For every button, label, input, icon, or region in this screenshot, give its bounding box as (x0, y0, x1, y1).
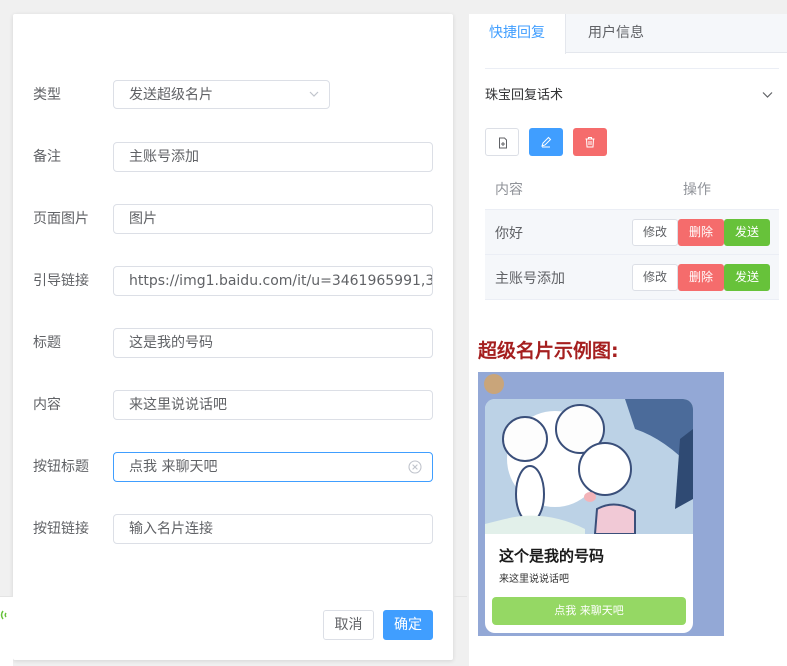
divider-line (453, 596, 467, 597)
button-link-input[interactable]: 输入名片连接 (113, 514, 433, 544)
avatar (484, 374, 504, 394)
card-title: 这个是我的号码 (499, 547, 605, 565)
example-title: 超级名片示例图: (478, 340, 619, 362)
type-select[interactable]: 发送超级名片 (113, 80, 330, 109)
type-select-value: 发送超级名片 (129, 87, 213, 103)
row-content: 你好 (495, 226, 523, 242)
form-row-title: 标题 这是我的号码 (13, 328, 453, 358)
form-row-button-title: 按钮标题 点我 来聊天吧 (13, 452, 453, 482)
type-label: 类型 (33, 87, 61, 103)
button-link-label: 按钮链接 (33, 521, 89, 537)
illustration-image (485, 399, 693, 535)
row-send-button[interactable]: 发送 (724, 264, 770, 291)
button-title-value: 点我 来聊天吧 (129, 459, 218, 475)
trash-icon (585, 137, 595, 148)
quick-reply-panel: 快捷回复 用户信息 珠宝回复话术 内容 操作 你好 修改 删除 发送 主账号添加… (469, 14, 787, 666)
form-row-content: 内容 来这里说说话吧 (13, 390, 453, 420)
guide-link-label: 引导链接 (33, 273, 89, 289)
edit-pen-icon (541, 136, 552, 148)
row-delete-button[interactable]: 删除 (678, 264, 724, 291)
edit-button[interactable] (529, 128, 563, 156)
tab-user-info[interactable]: 用户信息 (566, 14, 666, 53)
collapse-title: 珠宝回复话术 (485, 88, 564, 103)
card-chat-button: 点我 来聊天吧 (492, 597, 686, 625)
chevron-down-icon (762, 92, 773, 98)
remark-label: 备注 (33, 149, 61, 165)
card-image (485, 399, 693, 535)
example-card-background: 这个是我的号码 来这里说说话吧 点我 来聊天吧 (478, 372, 724, 636)
page-image-input[interactable]: 图片 (113, 204, 433, 234)
row-delete-button[interactable]: 删除 (678, 219, 724, 246)
content-input[interactable]: 来这里说说话吧 (113, 390, 433, 420)
chevron-down-icon (309, 91, 319, 97)
panel-tabs: 快捷回复 用户信息 (469, 14, 787, 54)
form-row-button-link: 按钮链接 输入名片连接 (13, 514, 453, 544)
collapse-header[interactable]: 珠宝回复话术 (485, 68, 779, 116)
page-image-label: 页面图片 (33, 211, 89, 227)
confirm-button[interactable]: 确定 (383, 610, 433, 640)
circle-close-icon[interactable] (408, 460, 422, 474)
title-label: 标题 (33, 335, 61, 351)
table-row: 你好 修改 删除 发送 (485, 210, 779, 255)
add-document-button[interactable] (485, 128, 519, 156)
content-label: 内容 (33, 397, 61, 413)
document-add-icon (499, 137, 507, 149)
side-strip (0, 596, 13, 666)
form-row-type: 类型 发送超级名片 (13, 80, 453, 110)
table-row: 主账号添加 修改 删除 发送 (485, 255, 779, 300)
example-card: 这个是我的号码 来这里说说话吧 点我 来聊天吧 (485, 399, 693, 633)
cancel-button[interactable]: 取消 (323, 610, 374, 640)
header-actions: 操作 (683, 182, 711, 198)
form-row-guide-link: 引导链接 https://img1.baidu.com/it/u=3461965… (13, 266, 453, 296)
signal-icon (0, 610, 7, 620)
edit-dialog: 类型 发送超级名片 备注 主账号添加 页面图片 图片 引导链接 https://… (13, 14, 453, 660)
row-content: 主账号添加 (495, 271, 565, 287)
form-row-page-image: 页面图片 图片 (13, 204, 453, 234)
header-content: 内容 (495, 182, 523, 198)
row-modify-button[interactable]: 修改 (632, 219, 678, 246)
button-title-label: 按钮标题 (33, 459, 89, 475)
card-description: 来这里说说话吧 (499, 574, 569, 585)
form-row-remark: 备注 主账号添加 (13, 142, 453, 172)
delete-button[interactable] (573, 128, 607, 156)
remark-input[interactable]: 主账号添加 (113, 142, 433, 172)
row-modify-button[interactable]: 修改 (632, 264, 678, 291)
button-title-input[interactable]: 点我 来聊天吧 (113, 452, 433, 482)
row-send-button[interactable]: 发送 (724, 219, 770, 246)
tab-quick-reply[interactable]: 快捷回复 (469, 14, 566, 54)
table-header: 内容 操作 (485, 166, 779, 210)
title-input[interactable]: 这是我的号码 (113, 328, 433, 358)
guide-link-input[interactable]: https://img1.baidu.com/it/u=3461965991,3… (113, 266, 433, 296)
